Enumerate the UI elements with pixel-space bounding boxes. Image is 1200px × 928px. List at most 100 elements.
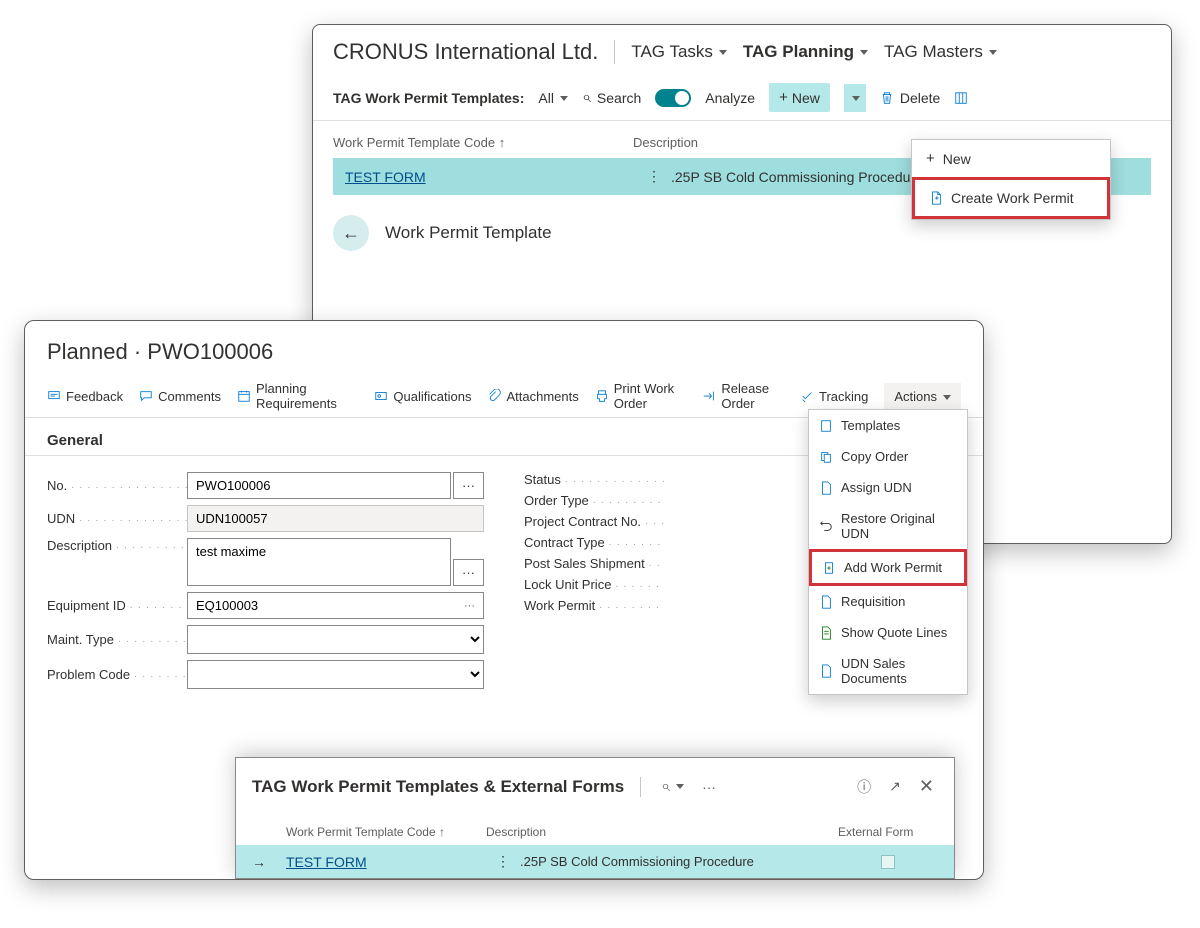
divider: [640, 777, 641, 797]
release-icon: [702, 389, 716, 403]
document-icon: [819, 481, 833, 495]
search-button[interactable]: Search: [582, 89, 641, 107]
select-problem-code[interactable]: [187, 660, 484, 689]
tracking-icon: [800, 389, 814, 403]
col-desc[interactable]: Description: [633, 135, 698, 150]
input-description[interactable]: test maxime: [187, 538, 451, 586]
tb-feedback[interactable]: Feedback: [47, 389, 123, 404]
action-add-work-permit[interactable]: Add Work Permit: [809, 549, 967, 586]
expand-icon[interactable]: ↗: [885, 774, 905, 799]
info-icon[interactable]: ⓘ: [853, 773, 875, 801]
mcol-code[interactable]: Work Permit Template Code ↑: [286, 825, 486, 839]
back-button[interactable]: ←: [333, 215, 369, 251]
input-equipment[interactable]: [187, 592, 484, 619]
search-icon: [582, 89, 591, 107]
more-button[interactable]: ···: [698, 775, 720, 799]
trash-icon: [880, 91, 894, 105]
tb-actions[interactable]: Actions: [884, 383, 961, 410]
new-button[interactable]: +New: [769, 83, 830, 112]
field-udn: UDN: [47, 505, 484, 532]
chevron-down-icon: [717, 42, 727, 62]
clip-icon: [487, 389, 501, 403]
document-add-icon: [929, 191, 943, 205]
mcol-ext[interactable]: External Form: [838, 825, 938, 839]
modal-table-row[interactable]: → TEST FORM ⋮ .25P SB Cold Commissioning…: [236, 845, 954, 878]
subpage-title: Work Permit Template: [385, 223, 552, 243]
templates-icon: [819, 419, 833, 433]
lookup-button[interactable]: ···: [453, 472, 484, 499]
tb-comments[interactable]: Comments: [139, 389, 221, 404]
tab-tag-planning[interactable]: TAG Planning: [743, 42, 868, 62]
work-order-window: Planned · PWO100006 Feedback Comments Pl…: [24, 320, 984, 880]
row-menu-icon[interactable]: ⋮: [637, 168, 671, 185]
modal-table-header: Work Permit Template Code ↑ Description …: [236, 815, 954, 845]
row-desc: .25P SB Cold Commissioning Procedure: [671, 169, 923, 185]
plus-icon: +: [779, 89, 788, 106]
clipboard-add-icon: [822, 561, 836, 575]
action-templates[interactable]: Templates: [809, 410, 967, 441]
external-form-checkbox[interactable]: [881, 855, 895, 869]
tab-tag-masters[interactable]: TAG Masters: [884, 42, 997, 62]
window1-header: CRONUS International Ltd. TAG Tasks TAG …: [313, 25, 1171, 75]
search-dropdown[interactable]: [657, 774, 688, 800]
action-udn-sales[interactable]: UDN Sales Documents: [809, 648, 967, 694]
mcol-desc[interactable]: Description: [486, 825, 838, 839]
tb-attachments[interactable]: Attachments: [487, 389, 578, 404]
chevron-down-icon: [858, 42, 868, 62]
tb-qualifications[interactable]: Qualifications: [374, 389, 471, 404]
row-arrow-icon: →: [252, 854, 286, 870]
chevron-down-icon: [674, 778, 684, 794]
templates-modal: TAG Work Permit Templates & External For…: [235, 757, 955, 879]
search-icon: [661, 778, 670, 794]
comment-icon: [139, 389, 153, 403]
tb-print[interactable]: Print Work Order: [595, 381, 687, 411]
copy-icon: [819, 450, 833, 464]
analyze-label: Analyze: [705, 90, 755, 106]
undo-icon: [819, 519, 833, 533]
col-code[interactable]: Work Permit Template Code ↑: [333, 135, 633, 150]
actions-dropdown: Templates Copy Order Assign UDN Restore …: [808, 409, 968, 695]
action-assign-udn[interactable]: Assign UDN: [809, 472, 967, 503]
tb-planning[interactable]: Planning Requirements: [237, 381, 358, 411]
tb-tracking[interactable]: Tracking: [800, 389, 868, 404]
action-requisition[interactable]: Requisition: [809, 586, 967, 617]
document-icon: [819, 595, 833, 609]
tab-tag-tasks[interactable]: TAG Tasks: [631, 42, 727, 62]
new-dropdown-menu: +New Create Work Permit: [911, 139, 1111, 220]
field-equipment-id: Equipment ID ···: [47, 592, 484, 619]
feedback-icon: [47, 389, 61, 403]
mrow-code-link[interactable]: TEST FORM: [286, 854, 367, 870]
action-restore-udn[interactable]: Restore Original UDN: [809, 503, 967, 549]
print-icon: [595, 389, 609, 403]
plus-icon: +: [926, 150, 935, 167]
row-code-link[interactable]: TEST FORM: [337, 169, 426, 185]
filter-all[interactable]: All: [538, 90, 568, 106]
calendar-icon: [237, 389, 251, 403]
field-no: No. ···: [47, 472, 484, 499]
field-maint-type: Maint. Type: [47, 625, 484, 654]
chevron-down-icon: [941, 389, 951, 404]
company-name: CRONUS International Ltd.: [333, 39, 598, 65]
modal-title: TAG Work Permit Templates & External For…: [252, 777, 624, 797]
quote-icon: [819, 626, 833, 640]
field-problem-code: Problem Code: [47, 660, 484, 689]
new-dropdown-button[interactable]: [844, 84, 866, 112]
close-icon[interactable]: ✕: [915, 772, 938, 801]
lookup-button[interactable]: ···: [453, 559, 484, 586]
action-copy-order[interactable]: Copy Order: [809, 441, 967, 472]
select-maint-type[interactable]: [187, 625, 484, 654]
tb-release[interactable]: Release Order: [702, 381, 784, 411]
mrow-menu-icon[interactable]: ⋮: [486, 853, 520, 870]
toolbar-label: TAG Work Permit Templates:: [333, 90, 524, 106]
document-icon: [819, 664, 833, 678]
menu-create-work-permit[interactable]: Create Work Permit: [912, 177, 1110, 219]
action-show-quote[interactable]: Show Quote Lines: [809, 617, 967, 648]
input-no[interactable]: [187, 472, 451, 499]
columns-icon[interactable]: [954, 91, 968, 105]
analyze-toggle[interactable]: [655, 89, 691, 107]
menu-new[interactable]: +New: [912, 140, 1110, 177]
chevron-down-icon: [558, 90, 568, 106]
page-title: Planned · PWO100006: [25, 321, 983, 375]
field-description: Description test maxime···: [47, 538, 484, 586]
delete-button[interactable]: Delete: [880, 90, 940, 106]
